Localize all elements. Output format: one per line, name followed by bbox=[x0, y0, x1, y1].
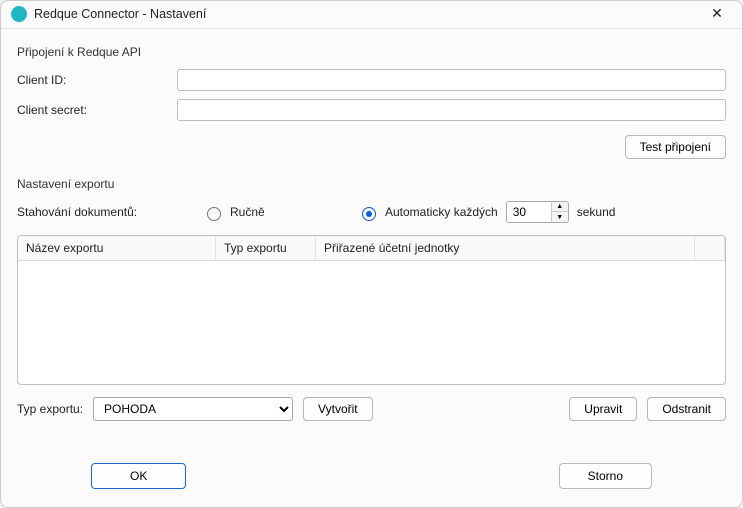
table-body[interactable] bbox=[18, 261, 725, 384]
download-mode-row: Stahování dokumentů: Ručně Automaticky k… bbox=[17, 201, 726, 223]
client-id-label: Client ID: bbox=[17, 73, 177, 87]
client-secret-row: Client secret: bbox=[17, 99, 726, 121]
interval-up-button[interactable]: ▲ bbox=[552, 202, 568, 212]
export-section-title: Nastavení exportu bbox=[17, 177, 726, 191]
client-id-row: Client ID: bbox=[17, 69, 726, 91]
test-connection-button[interactable]: Test připojení bbox=[625, 135, 726, 159]
edit-button[interactable]: Upravit bbox=[569, 397, 637, 421]
create-button[interactable]: Vytvořit bbox=[303, 397, 373, 421]
col-units-header[interactable]: Přiřazené účetní jednotky bbox=[316, 236, 695, 260]
col-type-header[interactable]: Typ exportu bbox=[216, 236, 316, 260]
export-type-select[interactable]: POHODA bbox=[93, 397, 293, 421]
auto-radio-label: Automaticky každých bbox=[385, 205, 498, 219]
col-spacer-header bbox=[695, 236, 725, 260]
auto-radio[interactable] bbox=[362, 207, 376, 221]
export-type-label: Typ exportu: bbox=[17, 402, 83, 416]
export-table: Název exportu Typ exportu Přiřazené účet… bbox=[17, 235, 726, 385]
download-label: Stahování dokumentů: bbox=[17, 205, 202, 219]
manual-radio-label: Ručně bbox=[230, 205, 265, 219]
client-secret-input[interactable] bbox=[177, 99, 726, 121]
cancel-button[interactable]: Storno bbox=[559, 463, 652, 489]
content-area: Připojení k Redque API Client ID: Client… bbox=[1, 29, 742, 447]
window-title: Redque Connector - Nastavení bbox=[34, 7, 206, 21]
interval-spinner[interactable]: ▲ ▼ bbox=[506, 201, 569, 223]
ok-button[interactable]: OK bbox=[91, 463, 186, 489]
interval-down-button[interactable]: ▼ bbox=[552, 212, 568, 222]
interval-input[interactable] bbox=[507, 202, 551, 222]
dialog-footer: OK Storno bbox=[1, 447, 742, 507]
table-header: Název exportu Typ exportu Přiřazené účet… bbox=[18, 236, 725, 261]
manual-radio-group[interactable]: Ručně bbox=[202, 204, 357, 221]
app-icon bbox=[11, 6, 27, 22]
client-id-input[interactable] bbox=[177, 69, 726, 91]
manual-radio[interactable] bbox=[207, 207, 221, 221]
close-icon[interactable]: ✕ bbox=[702, 5, 732, 22]
titlebar: Redque Connector - Nastavení ✕ bbox=[1, 1, 742, 29]
col-name-header[interactable]: Název exportu bbox=[18, 236, 216, 260]
auto-radio-group[interactable]: Automaticky každých bbox=[357, 204, 498, 221]
client-secret-label: Client secret: bbox=[17, 103, 177, 117]
api-section-title: Připojení k Redque API bbox=[17, 45, 726, 59]
interval-unit-label: sekund bbox=[577, 205, 616, 219]
export-controls-row: Typ exportu: POHODA Vytvořit Upravit Ods… bbox=[17, 397, 726, 421]
delete-button[interactable]: Odstranit bbox=[647, 397, 726, 421]
settings-window: Redque Connector - Nastavení ✕ Připojení… bbox=[0, 0, 743, 508]
